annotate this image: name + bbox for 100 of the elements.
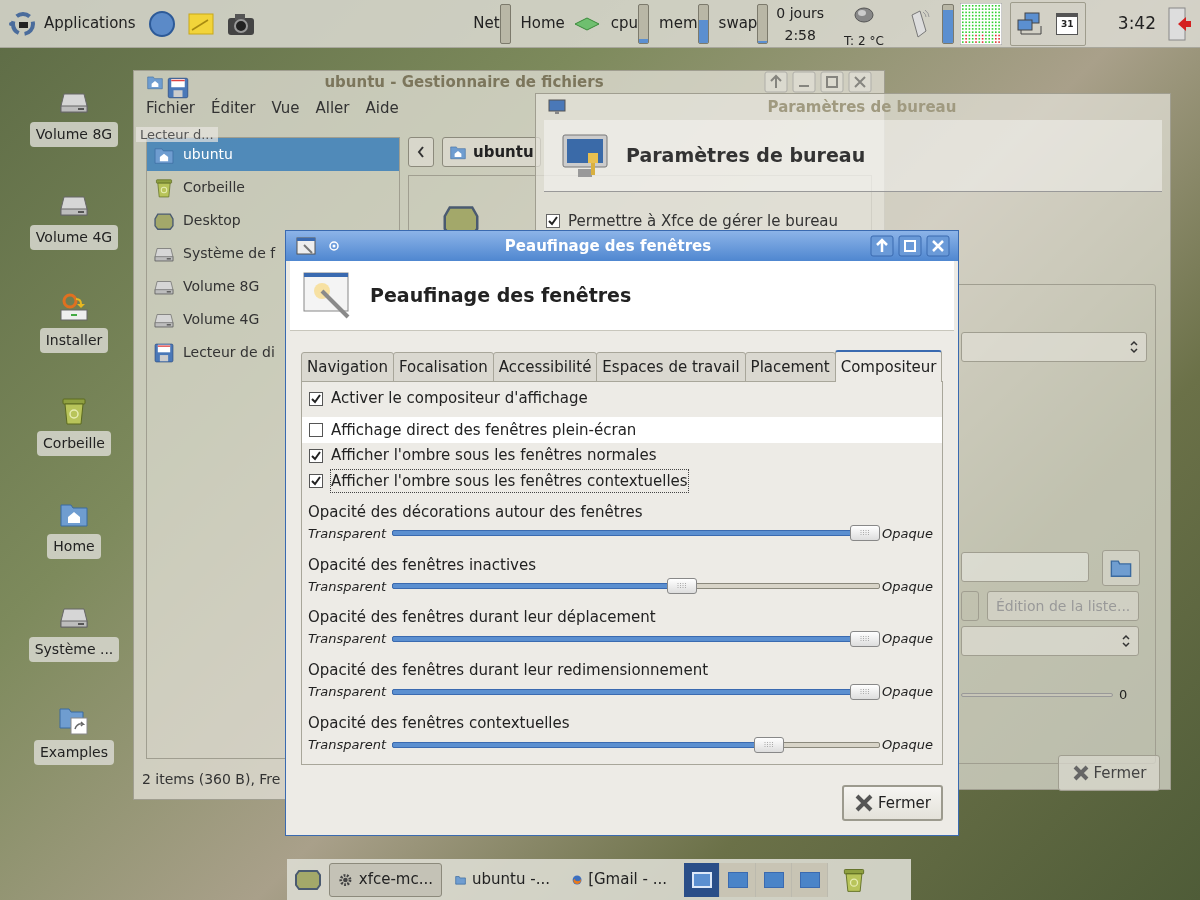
close-button[interactable]: Fermer [1058, 755, 1160, 791]
close-icon [1071, 764, 1090, 782]
help-icon[interactable] [147, 9, 176, 38]
tab[interactable]: Focalisation [392, 352, 494, 382]
network-icon[interactable] [1017, 11, 1044, 36]
opacity-slider[interactable] [392, 577, 880, 596]
workspace-button[interactable] [720, 862, 756, 897]
shade-icon[interactable] [764, 71, 788, 93]
sidebar-item[interactable]: ubuntu [147, 138, 399, 171]
close-icon[interactable] [848, 71, 872, 93]
sidebar-item[interactable]: Corbeille [147, 171, 399, 204]
min-label: Transparent [308, 524, 388, 543]
applications-menu[interactable]: Applications [44, 12, 136, 35]
minimize-icon[interactable] [792, 71, 816, 93]
shade-icon[interactable] [870, 235, 894, 257]
max-label: Opaque [882, 736, 933, 755]
min-label: Transparent [308, 577, 388, 596]
tab[interactable]: Compositeur [834, 350, 943, 382]
monitor-icon [548, 99, 566, 115]
slider-label: Opacité des fenêtres contextuelles [308, 713, 571, 735]
dropdown-field[interactable] [961, 332, 1147, 362]
opacity-slider[interactable] [392, 683, 880, 701]
opacity-slider[interactable] [392, 735, 880, 754]
show-desktop-icon[interactable] [295, 867, 321, 892]
desktop-icon-label[interactable]: Corbeille [37, 431, 111, 456]
volume-meter[interactable] [941, 3, 954, 44]
checkbox[interactable] [309, 448, 323, 463]
tab[interactable]: Espaces de travail [596, 352, 746, 382]
workspace-button[interactable] [756, 862, 792, 897]
manage-desktop-checkbox[interactable]: Permettre à Xfce de gérer le bureau [546, 210, 839, 233]
slider-track[interactable] [961, 693, 1113, 697]
calendar-icon[interactable]: 31 [1056, 12, 1079, 35]
window-title: Peaufinage des fenêtres [503, 235, 713, 257]
updown-arrows-icon [1122, 634, 1130, 648]
temperature-label: T: 2 °C [844, 33, 884, 48]
max-label: Opaque [882, 683, 933, 702]
checkbox[interactable] [546, 214, 560, 229]
trash-icon [153, 176, 175, 199]
slider-thumb[interactable] [850, 631, 880, 648]
opacity-slider[interactable] [392, 630, 880, 649]
min-label: Transparent [308, 630, 388, 649]
dropdown-field[interactable] [961, 626, 1139, 656]
back-button[interactable] [408, 137, 434, 167]
text-field[interactable] [961, 552, 1089, 582]
menu-item[interactable]: Aide [365, 96, 399, 120]
slider-thumb[interactable] [753, 736, 784, 753]
close-icon [854, 793, 874, 813]
checkbox[interactable] [309, 391, 323, 406]
tab[interactable]: Navigation [301, 352, 394, 382]
menu-item[interactable]: Éditer [211, 96, 256, 120]
window-menu-icon[interactable] [294, 235, 318, 257]
max-label: Opaque [882, 577, 933, 596]
desktop-icon-label[interactable]: Système ... [28, 637, 120, 662]
desktop-icon-label[interactable]: Examples [34, 740, 114, 765]
slider-label: Opacité des décorations autour des fenêtres [308, 501, 644, 523]
monitor-label: mem [659, 13, 698, 35]
close-button[interactable]: Fermer [842, 785, 943, 821]
slider-thumb[interactable] [666, 578, 697, 595]
dialog-heading: Peaufinage des fenêtres [370, 283, 632, 309]
slider-thumb[interactable] [850, 525, 880, 542]
window-title: Paramètres de bureau [766, 96, 958, 118]
menu-item[interactable]: Vue [271, 96, 300, 120]
checkbox-row[interactable]: Afficher l'ombre sous les fenêtres normales [308, 442, 936, 469]
desktop-icon-label[interactable]: Volume 8G [29, 122, 119, 147]
close-icon[interactable] [926, 235, 950, 257]
opacity-slider[interactable] [392, 524, 880, 543]
browse-button[interactable] [1102, 550, 1140, 586]
cpu-graph-icon [959, 2, 1002, 45]
tab[interactable]: Placement [744, 352, 836, 382]
maximize-icon[interactable] [820, 71, 844, 93]
maximize-icon[interactable] [898, 235, 922, 257]
slider-thumb[interactable] [850, 684, 880, 700]
clock[interactable]: 3:42 [1117, 10, 1156, 37]
menu-item[interactable]: Fichier [146, 96, 196, 120]
dialog-heading: Paramètres de bureau [626, 143, 866, 169]
weather-cloud-icon[interactable] [853, 5, 874, 24]
checkbox-row[interactable]: Afficher l'ombre sous les fenêtres contextuelles [308, 468, 936, 494]
slider-label: Opacité des fenêtres inactives [308, 554, 537, 576]
checkbox-row[interactable]: Activer le compositeur d'affichage [308, 386, 936, 412]
note-icon[interactable] [187, 11, 214, 36]
tab[interactable]: Accessibilité [492, 352, 598, 382]
sidebar-item[interactable]: Desktop [147, 204, 399, 237]
desktop-icon-label[interactable]: Volume 4G [29, 225, 119, 250]
max-label: Opaque [882, 524, 933, 543]
task-button[interactable]: [Gmail - ... [563, 862, 676, 897]
checkbox[interactable] [309, 423, 323, 438]
workspace-button[interactable] [792, 862, 828, 897]
gear-icon [338, 871, 353, 888]
checkbox[interactable] [309, 474, 323, 488]
checkbox-row[interactable]: Affichage direct des fenêtres plein-écran [302, 417, 942, 443]
workspace-button[interactable] [684, 862, 720, 897]
slider-label: Opacité des fenêtres durant leur déplacement [308, 607, 657, 629]
task-button[interactable]: ubuntu -... [446, 862, 559, 897]
desktop-icon-label[interactable]: Home [47, 534, 101, 559]
logout-icon[interactable] [1168, 6, 1192, 41]
home-launcher[interactable]: Home [520, 12, 565, 35]
desktop-icon-label[interactable]: Installer [39, 328, 109, 353]
monitor-label: swap [718, 13, 758, 35]
task-button[interactable]: xfce-mc... [329, 862, 442, 897]
menu-item[interactable]: Aller [315, 96, 350, 120]
